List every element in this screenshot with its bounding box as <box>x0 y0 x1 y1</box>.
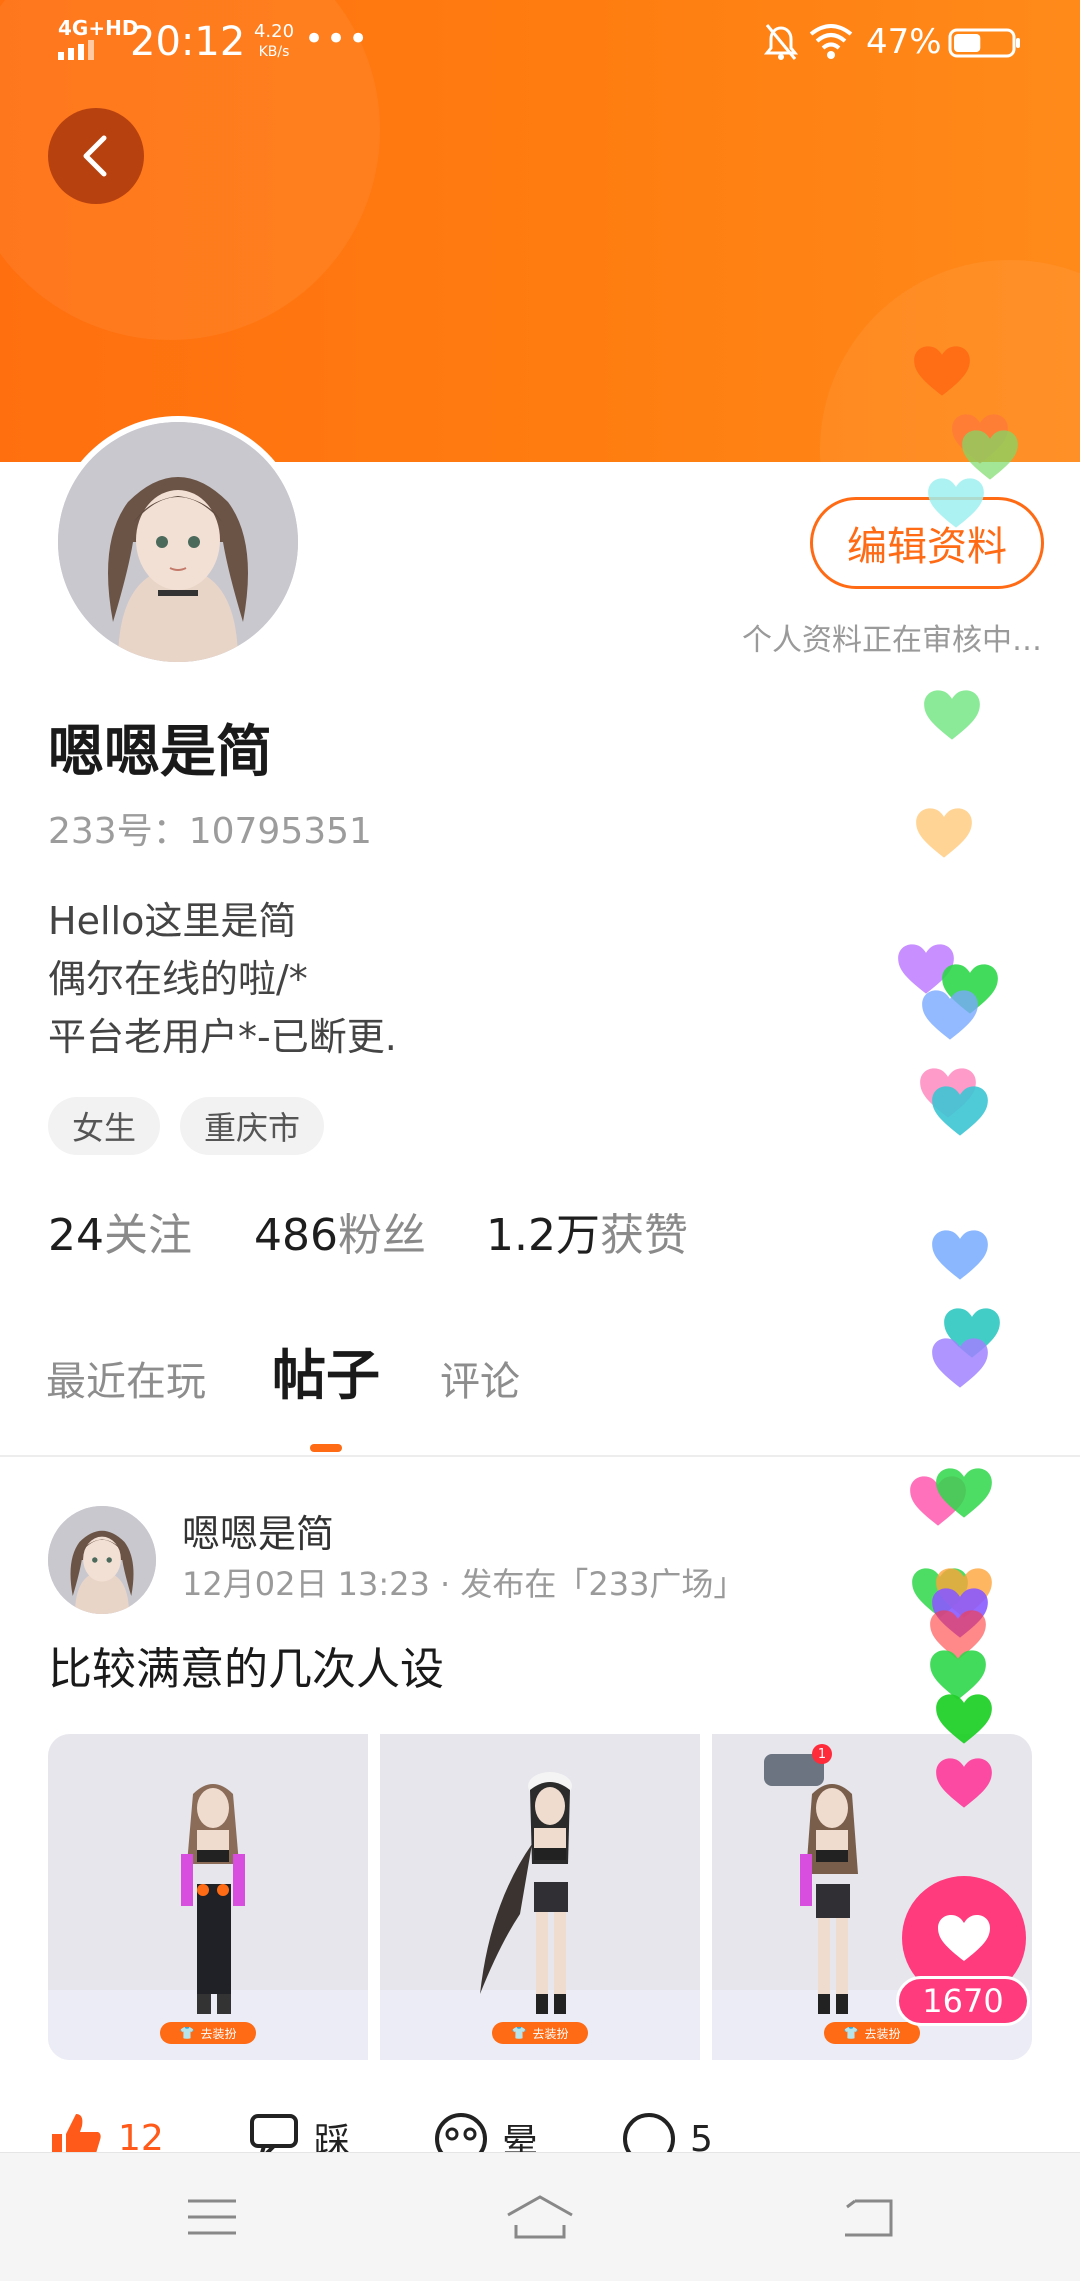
home-icon <box>507 2195 573 2239</box>
floating-heart-icon <box>922 990 978 1040</box>
more-status-dots: ••• <box>304 19 371 59</box>
dress-up-badge[interactable]: 👕 去装扮 <box>824 2022 920 2044</box>
signal-icon <box>58 40 94 60</box>
dress-up-label: 去装扮 <box>864 2026 901 2041</box>
system-nav-bar <box>0 2152 1080 2281</box>
stat-label: 关注 <box>104 1210 192 1261</box>
floating-heart-icon <box>912 1568 968 1618</box>
stat-likes[interactable]: 1.2万获赞 <box>486 1206 688 1266</box>
bio-line: Hello这里是简 <box>48 899 297 943</box>
bio-line: 偶尔在线的啦/* <box>48 957 308 1001</box>
notification-badge: 1 <box>812 1744 832 1764</box>
stat-value: 1.2万 <box>486 1210 600 1261</box>
character-figure <box>800 1784 858 2014</box>
post-author-avatar[interactable] <box>48 1506 156 1614</box>
floating-heart-icon <box>942 964 998 1014</box>
stat-label: 粉丝 <box>337 1210 426 1261</box>
avatar-character-image <box>58 422 298 662</box>
dress-up-label: 去装扮 <box>200 2026 237 2041</box>
post-image[interactable]: 👕 去装扮 <box>48 1734 368 2060</box>
avatar-character-image <box>48 1506 156 1614</box>
profile-avatar[interactable] <box>52 416 304 668</box>
menu-button[interactable] <box>180 2189 244 2245</box>
battery-percent: 47% <box>866 22 942 62</box>
stat-followers[interactable]: 486粉丝 <box>254 1206 426 1266</box>
dress-up-badge[interactable]: 👕 去装扮 <box>492 2022 588 2044</box>
network-indicator: 4G+HD <box>58 16 139 40</box>
post-meta: 12月02日 13:23 · 发布在「233广场」 <box>182 1565 746 1603</box>
post-image[interactable]: 👕 去装扮 <box>380 1734 700 2060</box>
stat-value: 24 <box>48 1210 104 1261</box>
stat-value: 486 <box>254 1210 338 1261</box>
username: 嗯嗯是简 <box>48 720 272 785</box>
location-tag: 重庆市 <box>180 1097 325 1155</box>
floating-heart-icon <box>916 808 972 858</box>
shirt-icon: 👕 <box>179 2026 195 2040</box>
edit-profile-button[interactable]: 编辑资料 <box>810 497 1044 589</box>
character-figure <box>181 1784 245 2014</box>
floating-heart-icon <box>932 1588 988 1638</box>
character-figure <box>480 1772 572 2014</box>
gender-tag: 女生 <box>48 1097 161 1155</box>
post-author-name[interactable]: 嗯嗯是简 <box>182 1508 334 1560</box>
post-image-gallery: 👕去装扮 👕去装扮 1 � <box>48 1734 1032 2060</box>
user-id: 233号：10795351 <box>48 811 372 852</box>
floating-heart-icon <box>930 1610 986 1660</box>
mute-bell-icon <box>764 24 798 60</box>
network-speed: 4.20 KB/s <box>244 22 304 62</box>
floating-heart-icon <box>936 1568 992 1618</box>
status-bar: 4G+HD 20:12 4.20 KB/s ••• 47% <box>0 0 1080 84</box>
speed-value: 4.20 <box>253 21 295 42</box>
menu-icon <box>188 2199 236 2235</box>
shirt-icon: 👕 <box>511 2026 527 2040</box>
floating-heart-icon <box>898 944 954 994</box>
tab-recently-played[interactable]: 最近在玩 <box>46 1352 206 1412</box>
floating-heart-icon <box>930 1650 986 1700</box>
system-back-button[interactable] <box>836 2189 900 2245</box>
floating-heart-icon <box>920 1068 976 1118</box>
active-tab-indicator <box>310 1444 342 1452</box>
home-button[interactable] <box>504 2189 576 2245</box>
floating-heart-icon <box>910 1476 966 1526</box>
heart-icon <box>938 1915 990 1961</box>
back-icon <box>845 2199 893 2237</box>
shirt-icon: 👕 <box>843 2026 859 2040</box>
tab-posts[interactable]: 帖子 <box>272 1346 380 1406</box>
floating-heart-icon <box>932 1086 988 1136</box>
stat-following[interactable]: 24关注 <box>48 1206 192 1266</box>
speed-unit: KB/s <box>258 44 290 60</box>
floating-heart-icon <box>944 1308 1000 1358</box>
back-button[interactable] <box>48 108 144 204</box>
dress-up-badge[interactable]: 👕 去装扮 <box>160 2022 256 2044</box>
battery-icon <box>948 28 1020 58</box>
divider <box>0 1455 1080 1457</box>
dress-up-label: 去装扮 <box>532 2026 569 2041</box>
tab-comments[interactable]: 评论 <box>440 1352 520 1412</box>
stat-label: 获赞 <box>599 1210 688 1261</box>
post-title[interactable]: 比较满意的几次人设 <box>48 1640 444 1700</box>
floating-heart-icon <box>924 690 980 740</box>
floating-heart-icon <box>932 1230 988 1280</box>
review-status-text: 个人资料正在审核中… <box>742 623 1042 658</box>
floating-heart-icon <box>932 1338 988 1388</box>
bio-line: 平台老用户*-已断更. <box>48 1015 397 1059</box>
wifi-icon <box>809 24 853 59</box>
like-counter: 1670 <box>896 1976 1030 2026</box>
chevron-left-icon <box>83 135 107 177</box>
clock: 20:12 <box>130 19 246 65</box>
floating-heart-icon <box>936 1468 992 1518</box>
